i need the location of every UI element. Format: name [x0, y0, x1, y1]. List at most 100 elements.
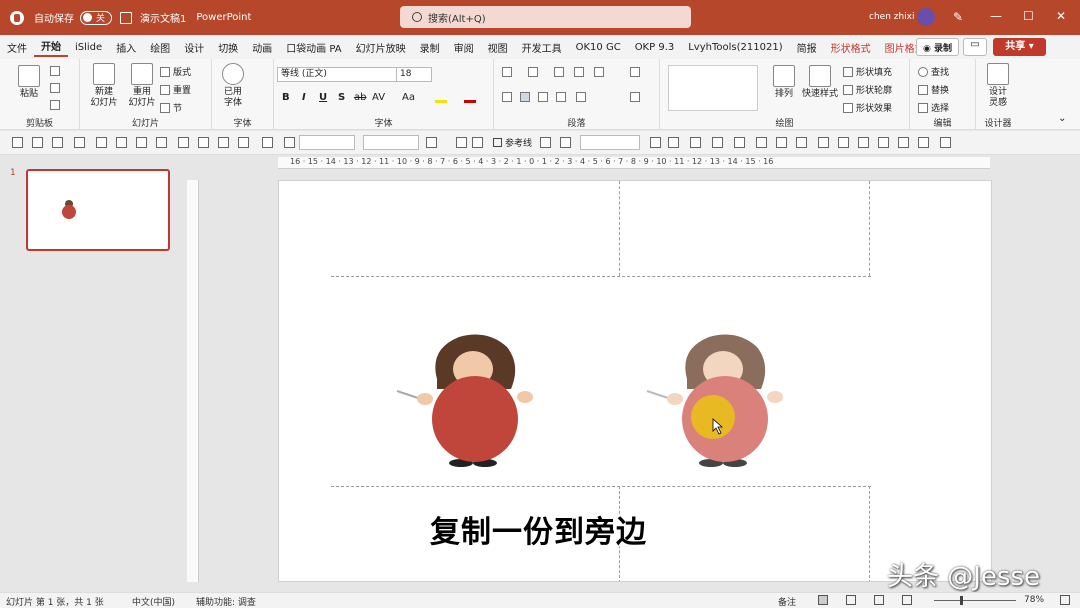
- reset-button[interactable]: 重置: [160, 83, 191, 96]
- tab-11[interactable]: 审阅: [447, 40, 481, 55]
- zoom-slider-thumb[interactable]: [960, 596, 963, 605]
- distribute-button[interactable]: [576, 92, 589, 102]
- tab-2[interactable]: iSlide: [68, 42, 109, 53]
- align-tool-icon[interactable]: [690, 137, 701, 148]
- design-ideas-button[interactable]: 设计 灵感: [982, 63, 1014, 109]
- align-tool-icon[interactable]: [12, 137, 23, 148]
- used-fonts-button[interactable]: 已用字体: [220, 63, 246, 109]
- layout-button[interactable]: 版式: [160, 65, 191, 78]
- reading-view-icon[interactable]: [874, 595, 884, 605]
- align-tool-icon[interactable]: [650, 137, 661, 148]
- strikethrough-button[interactable]: ab: [354, 92, 366, 103]
- tab-9[interactable]: 幻灯片放映: [349, 40, 413, 55]
- tab-1[interactable]: 开始: [34, 38, 68, 57]
- avatar[interactable]: [917, 8, 935, 26]
- slide-thumbnail[interactable]: [26, 169, 170, 251]
- font-color-icon[interactable]: [464, 91, 476, 103]
- comment-button[interactable]: ▭: [963, 38, 987, 56]
- align-tool-icon[interactable]: [284, 137, 295, 148]
- character-figure-copy[interactable]: [639, 329, 799, 469]
- reuse-slide-button[interactable]: 重用 幻灯片: [124, 63, 160, 109]
- tab-12[interactable]: 视图: [481, 40, 515, 55]
- bullets-button[interactable]: [502, 67, 515, 77]
- collapse-ribbon-icon[interactable]: ⌄: [1058, 113, 1066, 124]
- copy-button[interactable]: [50, 83, 63, 93]
- arrange-button[interactable]: 排列: [768, 65, 800, 100]
- align-tool-icon[interactable]: [796, 137, 807, 148]
- share-button[interactable]: 共享 ▾: [993, 38, 1046, 56]
- reference-line-checkbox[interactable]: 参考线: [493, 136, 532, 149]
- align-tool-icon[interactable]: [262, 137, 273, 148]
- zoom-slider[interactable]: [934, 600, 1016, 601]
- line-spacing-button[interactable]: [594, 67, 607, 77]
- tab-17[interactable]: 简报: [790, 40, 824, 55]
- align-tool-icon[interactable]: [426, 137, 437, 148]
- tab-0[interactable]: 文件: [0, 40, 34, 55]
- format-painter-button[interactable]: [50, 100, 63, 110]
- red-circle[interactable]: [432, 376, 518, 462]
- align-tool-icon[interactable]: [74, 137, 85, 148]
- align-tool-icon[interactable]: [668, 137, 679, 148]
- find-button[interactable]: 查找: [918, 65, 949, 78]
- zoom-level[interactable]: 78%: [1024, 595, 1044, 605]
- save-icon[interactable]: [120, 11, 132, 24]
- shadow-button[interactable]: S: [338, 92, 345, 103]
- align-tool-icon[interactable]: [838, 137, 849, 148]
- align-tool-icon[interactable]: [238, 137, 249, 148]
- close-button[interactable]: ✕: [1056, 9, 1066, 23]
- section-button[interactable]: 节: [160, 101, 182, 114]
- char-spacing-button[interactable]: AV: [372, 92, 385, 103]
- select-button[interactable]: 选择: [918, 101, 949, 114]
- tab-15[interactable]: OKP 9.3: [628, 42, 682, 53]
- align-tool-icon[interactable]: [178, 137, 189, 148]
- align-tool-icon[interactable]: [898, 137, 909, 148]
- shape-fill-button[interactable]: 形状填充: [843, 65, 892, 78]
- style-select[interactable]: [580, 135, 640, 150]
- align-tool-icon[interactable]: [32, 137, 43, 148]
- tab-3[interactable]: 插入: [109, 40, 143, 55]
- language-indicator[interactable]: 中文(中国): [132, 595, 175, 608]
- shape-outline-button[interactable]: 形状轮廓: [843, 83, 892, 96]
- font-name-select[interactable]: 等线 (正文): [277, 67, 397, 82]
- new-slide-button[interactable]: 新建 幻灯片: [86, 63, 122, 109]
- align-tool-icon[interactable]: [540, 137, 551, 148]
- slide-sorter-icon[interactable]: [846, 595, 856, 605]
- align-tool-icon[interactable]: [878, 137, 889, 148]
- align-center-button[interactable]: [520, 92, 533, 102]
- tab-16[interactable]: LvyhTools(211021): [681, 42, 789, 53]
- character-figure[interactable]: [389, 329, 549, 469]
- align-tool-icon[interactable]: [156, 137, 167, 148]
- align-tool-icon[interactable]: [136, 137, 147, 148]
- align-tool-icon[interactable]: [198, 137, 209, 148]
- align-tool-icon[interactable]: [756, 137, 767, 148]
- width-spinner[interactable]: [299, 135, 355, 150]
- normal-view-icon[interactable]: [818, 595, 828, 605]
- accessibility-status[interactable]: 辅助功能: 调查: [196, 595, 256, 608]
- align-tool-icon[interactable]: [918, 137, 929, 148]
- tab-14[interactable]: OK10 GC: [569, 42, 628, 53]
- quick-styles-button[interactable]: 快速样式: [800, 65, 840, 100]
- align-tool-icon[interactable]: [116, 137, 127, 148]
- align-tool-icon[interactable]: [218, 137, 229, 148]
- align-left-button[interactable]: [502, 92, 515, 102]
- change-case-button[interactable]: Aa: [402, 92, 415, 103]
- tab-8[interactable]: 口袋动画 PA: [279, 40, 348, 55]
- fit-slide-icon[interactable]: [1060, 595, 1070, 605]
- record-button[interactable]: ◉ 录制: [916, 38, 959, 56]
- increase-indent-button[interactable]: [574, 67, 587, 77]
- minimize-button[interactable]: —: [990, 9, 1002, 23]
- align-tool-icon[interactable]: [456, 137, 467, 148]
- align-tool-icon[interactable]: [52, 137, 63, 148]
- bold-button[interactable]: B: [282, 92, 290, 103]
- justify-button[interactable]: [556, 92, 569, 102]
- replace-button[interactable]: 替换: [918, 83, 949, 96]
- yellow-circle[interactable]: [691, 395, 735, 439]
- align-text-button[interactable]: [630, 92, 643, 102]
- align-tool-icon[interactable]: [776, 137, 787, 148]
- align-tool-icon[interactable]: [96, 137, 107, 148]
- autosave-toggle[interactable]: 关: [80, 10, 112, 25]
- align-tool-icon[interactable]: [560, 137, 571, 148]
- font-size-select[interactable]: 18: [396, 67, 432, 82]
- height-spinner[interactable]: [363, 135, 419, 150]
- paste-button[interactable]: 粘贴: [14, 65, 44, 100]
